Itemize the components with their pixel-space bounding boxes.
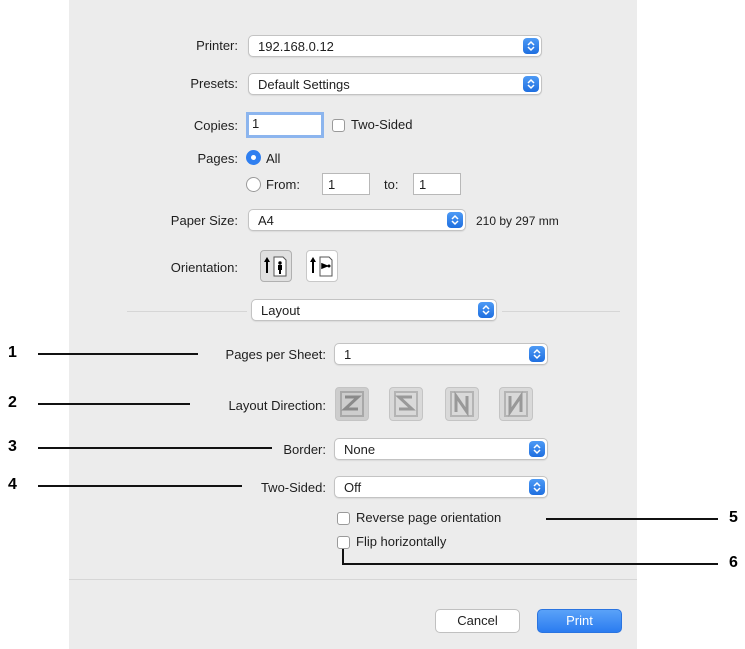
paper-size-popup[interactable]: A4 xyxy=(248,209,466,231)
popup-arrows-icon xyxy=(523,38,539,54)
printer-value: 192.168.0.12 xyxy=(258,39,334,54)
paper-size-value: A4 xyxy=(258,213,274,228)
pages-from-radio[interactable] xyxy=(246,177,261,192)
border-popup[interactable]: None xyxy=(334,438,548,460)
orientation-landscape-button[interactable] xyxy=(306,250,338,282)
paper-dimensions: 210 by 297 mm xyxy=(476,214,559,228)
layout-direction-s-button[interactable] xyxy=(389,387,423,421)
direction-z-icon xyxy=(340,391,364,417)
landscape-icon xyxy=(310,256,333,277)
layout-direction-z-button[interactable] xyxy=(335,387,369,421)
callout-line-4 xyxy=(38,485,242,487)
two-sided-label: Two-Sided xyxy=(351,117,413,132)
layout-direction-n-button[interactable] xyxy=(445,387,479,421)
layout-direction-label: Layout Direction: xyxy=(228,398,326,413)
reverse-orientation-label: Reverse page orientation xyxy=(356,510,502,525)
callout-line-3 xyxy=(38,447,272,449)
popup-arrows-icon xyxy=(478,302,494,318)
presets-label: Presets: xyxy=(190,76,238,91)
callout-number-3: 3 xyxy=(8,438,17,455)
section-value: Layout xyxy=(261,303,301,318)
pages-to-value: 1 xyxy=(419,177,427,192)
direction-n-icon xyxy=(450,391,474,417)
footer-divider xyxy=(69,579,637,580)
border-label: Border: xyxy=(283,442,326,457)
callout-line-2 xyxy=(38,403,190,405)
layout-two-sided-value: Off xyxy=(344,480,362,495)
orientation-label: Orientation: xyxy=(170,260,238,275)
copies-value: 1 xyxy=(252,116,260,131)
popup-arrows-icon xyxy=(447,212,463,228)
layout-two-sided-popup[interactable]: Off xyxy=(334,476,548,498)
printer-label: Printer: xyxy=(196,38,238,53)
section-divider-right xyxy=(502,311,620,312)
presets-value: Default Settings xyxy=(258,77,350,92)
pages-from-field[interactable]: 1 xyxy=(322,173,370,195)
callout-number-1: 1 xyxy=(8,344,17,361)
portrait-icon xyxy=(264,256,287,277)
direction-n-reverse-icon xyxy=(504,391,528,417)
pages-from-value: 1 xyxy=(328,177,336,192)
print-dialog xyxy=(69,0,637,649)
section-divider-left xyxy=(127,311,247,312)
callout-number-2: 2 xyxy=(8,394,17,411)
callout-number-6: 6 xyxy=(729,554,738,571)
section-popup[interactable]: Layout xyxy=(251,299,497,321)
flip-horizontally-label: Flip horizontally xyxy=(356,534,447,549)
printer-popup[interactable]: 192.168.0.12 xyxy=(248,35,542,57)
pages-per-sheet-value: 1 xyxy=(344,347,352,362)
popup-arrows-icon xyxy=(529,479,545,495)
popup-arrows-icon xyxy=(523,76,539,92)
layout-direction-n-reverse-button[interactable] xyxy=(499,387,533,421)
callout-line-6-vertical xyxy=(342,549,344,564)
copies-field[interactable]: 1 xyxy=(246,112,324,138)
print-button[interactable]: Print xyxy=(537,609,622,633)
pages-per-sheet-popup[interactable]: 1 xyxy=(334,343,548,365)
callout-number-5: 5 xyxy=(729,509,738,526)
pages-to-label: to: xyxy=(384,177,399,192)
pages-from-label: From: xyxy=(266,177,300,192)
popup-arrows-icon xyxy=(529,441,545,457)
cancel-button[interactable]: Cancel xyxy=(435,609,520,633)
callout-number-4: 4 xyxy=(8,476,17,493)
presets-popup[interactable]: Default Settings xyxy=(248,73,542,95)
layout-two-sided-label: Two-Sided: xyxy=(260,480,326,495)
reverse-orientation-checkbox[interactable] xyxy=(337,512,350,525)
pages-all-label: All xyxy=(266,151,281,166)
pages-label: Pages: xyxy=(197,151,238,166)
pages-to-field[interactable]: 1 xyxy=(413,173,461,195)
copies-label: Copies: xyxy=(193,118,238,133)
border-value: None xyxy=(344,442,376,457)
pages-all-radio[interactable] xyxy=(246,150,261,165)
callout-line-6 xyxy=(342,563,718,565)
popup-arrows-icon xyxy=(529,346,545,362)
two-sided-checkbox[interactable] xyxy=(332,119,345,132)
paper-size-label: Paper Size: xyxy=(170,213,238,228)
callout-line-5 xyxy=(546,518,718,520)
direction-s-icon xyxy=(394,391,418,417)
callout-line-1 xyxy=(38,353,198,355)
flip-horizontally-checkbox[interactable] xyxy=(337,536,350,549)
orientation-portrait-button[interactable] xyxy=(260,250,292,282)
